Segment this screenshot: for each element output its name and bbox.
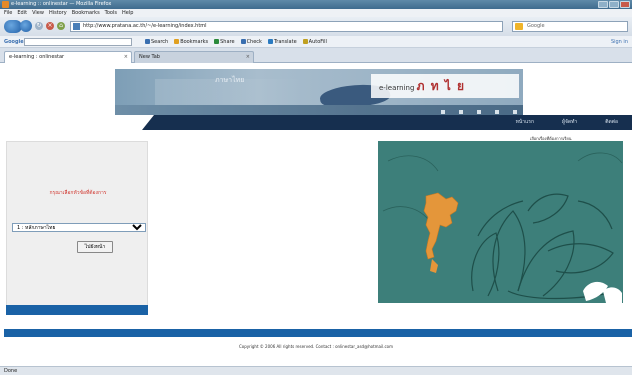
- forward-button[interactable]: [20, 20, 32, 32]
- site-nav: หน้าแรก ผู้จัดทำ ติดต่อ: [4, 115, 632, 130]
- site-banner: ภาษาไทย e-learning ภ ท ไ ย: [115, 69, 523, 115]
- footer-bar: [4, 329, 632, 337]
- toolbar-item-label: AutoFill: [308, 39, 327, 45]
- menu-help[interactable]: Help: [122, 9, 133, 17]
- share-icon: [214, 39, 220, 44]
- address-bar[interactable]: http://www.pratana.ac.th/~/e-learning/in…: [70, 21, 503, 32]
- thailand-shape: [423, 192, 459, 260]
- toolbar-item-label: Check: [246, 39, 262, 45]
- toolbar-item[interactable]: Share: [214, 36, 235, 48]
- go-button[interactable]: ไปยังหน้า: [77, 241, 113, 253]
- toolbar-items: Search Bookmarks Share Check Translate A…: [145, 36, 327, 48]
- toolbar-item[interactable]: AutoFill: [302, 36, 327, 48]
- menu-tools[interactable]: Tools: [105, 9, 117, 17]
- close-tab-icon[interactable]: ×: [124, 52, 128, 63]
- close-button[interactable]: [620, 1, 630, 8]
- tab-new[interactable]: New Tab ×: [134, 51, 254, 63]
- minimize-button[interactable]: [598, 1, 608, 8]
- menu-file[interactable]: File: [4, 9, 12, 17]
- background-leaves: [382, 152, 623, 227]
- banner-dot: [477, 110, 481, 114]
- page-content: ภาษาไทย e-learning ภ ท ไ ย หน้าแรก ผู้จั…: [0, 64, 632, 366]
- search-placeholder: Google: [527, 23, 545, 29]
- toolbar-item-label: Share: [220, 39, 235, 45]
- toolbar-brand: Google: [4, 39, 24, 45]
- close-tab-icon[interactable]: ×: [246, 52, 250, 63]
- menu-history[interactable]: History: [49, 9, 67, 17]
- tab-elearning[interactable]: e-learning : onlinestar ×: [4, 51, 132, 63]
- reload-icon[interactable]: ↻: [35, 22, 43, 30]
- search-icon: [145, 39, 150, 44]
- panel-footer-bar: [6, 305, 148, 315]
- status-text: Done: [4, 368, 18, 374]
- toolbar-item[interactable]: Translate: [267, 36, 297, 48]
- menu-bookmarks[interactable]: Bookmarks: [72, 9, 100, 17]
- tab-bar: e-learning : onlinestar × New Tab ×: [0, 48, 632, 63]
- home-icon[interactable]: ⌂: [57, 22, 65, 30]
- lesson-select[interactable]: 1 : หลักภาษาไทย: [12, 223, 146, 232]
- toolbar-item[interactable]: Search: [145, 36, 168, 48]
- search-engine-icon: [515, 23, 523, 30]
- toolbar-item[interactable]: Bookmarks: [174, 36, 208, 48]
- toolbar-item-label: Bookmarks: [180, 39, 209, 45]
- banner-dot: [459, 110, 463, 114]
- toolbar-item-label: Search: [151, 39, 169, 45]
- maximize-button[interactable]: [609, 1, 619, 8]
- banner-dots: [441, 110, 517, 114]
- peninsula-shape: [430, 259, 438, 273]
- window-title: e-learning :: onlinestar — Mozilla Firef…: [11, 1, 112, 7]
- menu-view[interactable]: View: [32, 9, 44, 17]
- banner-dot: [441, 110, 445, 114]
- window-controls: [598, 1, 630, 8]
- toolbar-item-label: Translate: [273, 39, 297, 45]
- nav-link-home[interactable]: หน้าแรก: [516, 115, 534, 130]
- banner-sub-logo: ภาษาไทย: [215, 76, 245, 84]
- panel-heading: กรุณาเลือกหัวข้อที่ต้องการ: [49, 190, 107, 196]
- stop-icon[interactable]: ×: [46, 22, 54, 30]
- check-icon: [240, 39, 246, 44]
- site-nav-taper: [4, 115, 154, 130]
- site-favicon-icon: [73, 23, 80, 30]
- url-text: http://www.pratana.ac.th/~/e-learning/in…: [83, 23, 207, 29]
- toolbar-search-input[interactable]: [24, 38, 132, 46]
- nav-link-authors[interactable]: ผู้จัดทำ: [562, 115, 577, 130]
- lesson-selector-panel: กรุณาเลือกหัวข้อที่ต้องการ 1 : หลักภาษาไ…: [6, 141, 148, 315]
- nav-link-contact[interactable]: ติดต่อ: [605, 115, 618, 130]
- browser-window: e-learning :: onlinestar — Mozilla Firef…: [0, 0, 632, 375]
- logo-text: e-learning: [379, 84, 415, 92]
- menu-bar: File Edit View History Bookmarks Tools H…: [0, 9, 632, 17]
- banner-dot: [495, 110, 499, 114]
- google-toolbar: Google Search Bookmarks Share Check Tran…: [0, 36, 632, 48]
- autofill-icon: [302, 39, 308, 44]
- navigation-bar: ↻ × ⌂ http://www.pratana.ac.th/~/e-learn…: [0, 17, 632, 36]
- browser-search-input[interactable]: Google: [512, 21, 628, 32]
- translate-icon: [267, 39, 273, 44]
- menu-edit[interactable]: Edit: [17, 9, 27, 17]
- sign-in-link[interactable]: Sign in: [611, 36, 628, 48]
- star-icon: [174, 39, 180, 44]
- site-logo[interactable]: e-learning ภ ท ไ ย: [371, 74, 519, 98]
- title-bar: e-learning :: onlinestar — Mozilla Firef…: [0, 0, 632, 9]
- map-illustration: [382, 152, 623, 303]
- logo-thai: ภ ท ไ ย: [416, 79, 466, 93]
- footer-text: Copyright © 2006 All rights reserved. Co…: [238, 344, 394, 349]
- banner-dot: [513, 110, 517, 114]
- white-flower-shape: [583, 281, 622, 303]
- firefox-icon: [2, 1, 9, 8]
- site-nav-links: หน้าแรก ผู้จัดทำ ติดต่อ: [516, 115, 618, 130]
- thailand-map-image[interactable]: [378, 141, 623, 303]
- tab-label: New Tab: [139, 54, 160, 60]
- toolbar-item[interactable]: Check: [240, 36, 262, 48]
- status-bar: Done: [0, 366, 632, 375]
- tab-label: e-learning : onlinestar: [9, 54, 65, 60]
